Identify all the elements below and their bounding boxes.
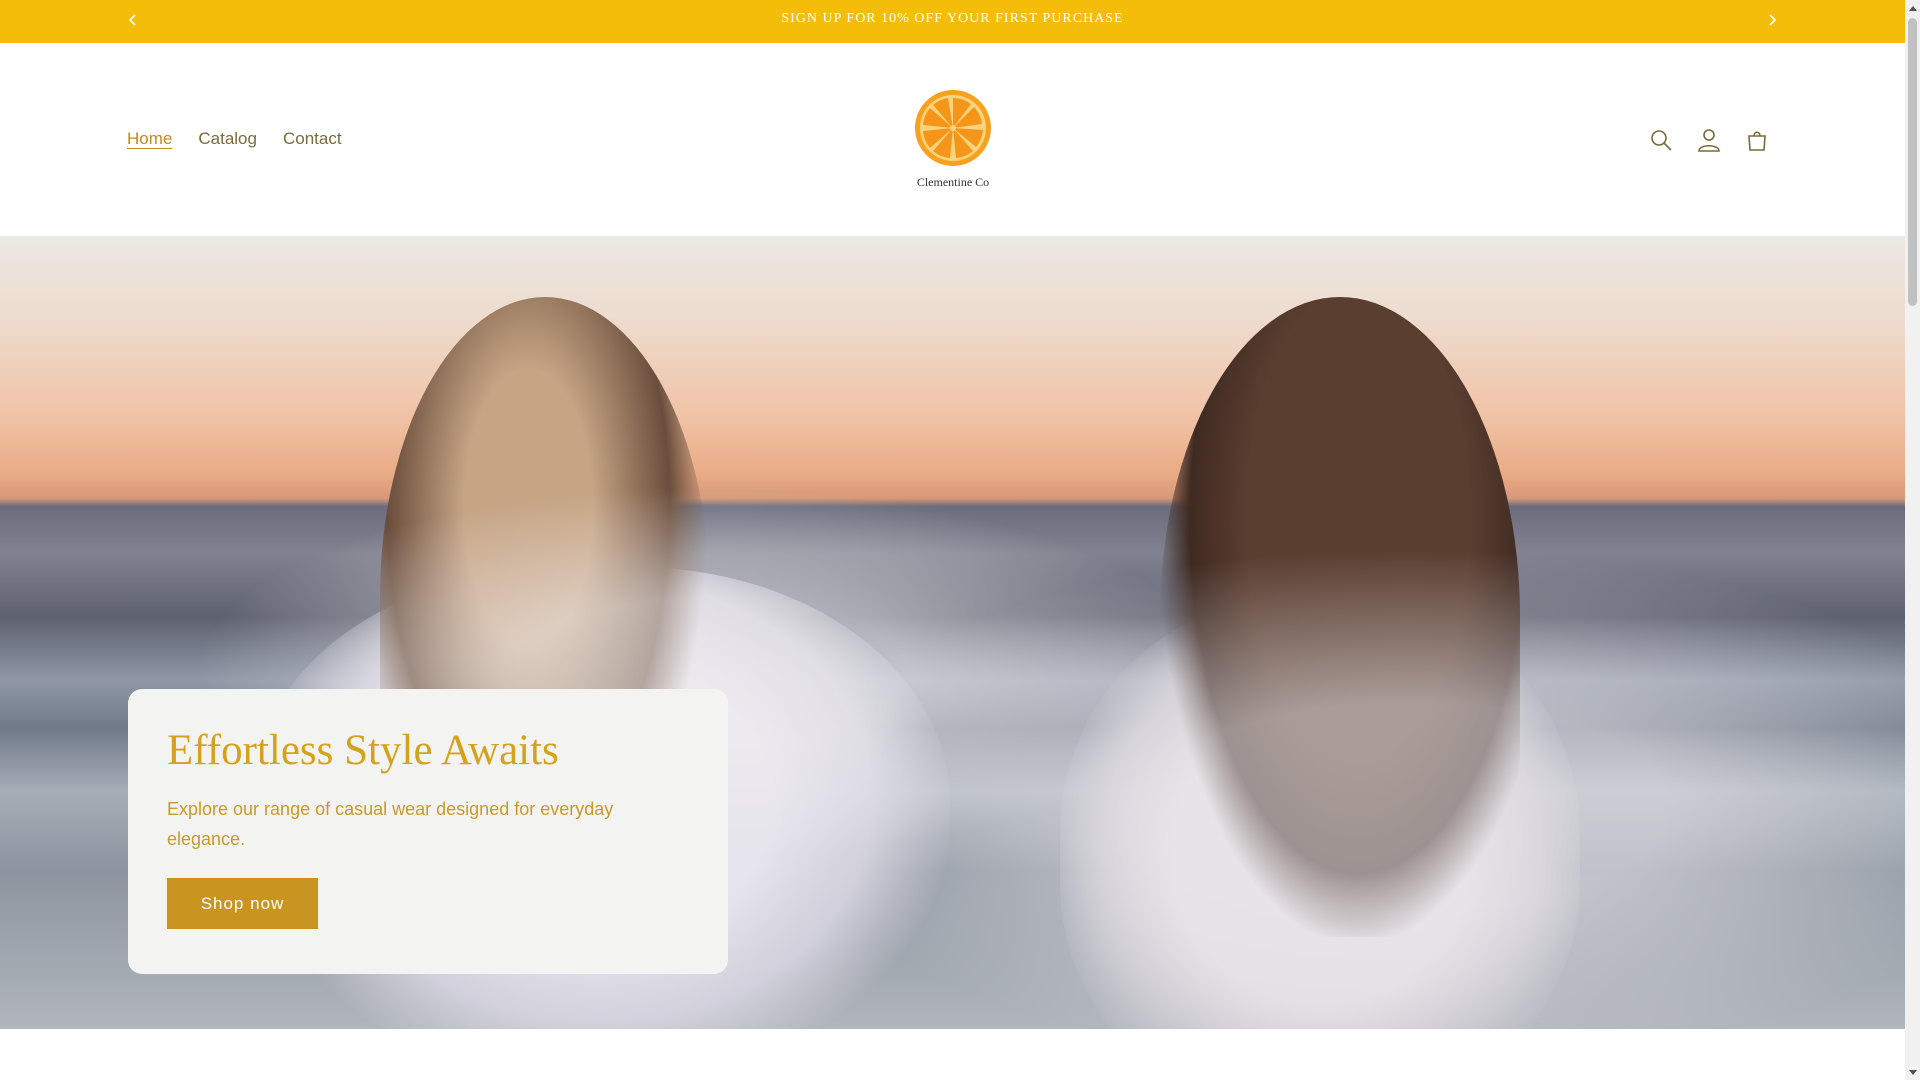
announcement-text: SIGN UP FOR 10% OFF YOUR FIRST PURCHASE (781, 10, 1124, 26)
chevron-left-icon (128, 14, 136, 26)
hero-subtitle: Explore our range of casual wear designe… (167, 799, 614, 850)
logo-text: Clementine Co (916, 175, 990, 189)
shop-now-button[interactable]: Shop now (167, 878, 318, 930)
account-button[interactable] (1696, 125, 1722, 155)
page-scrollbar[interactable] (1905, 0, 1920, 1080)
scroll-thumb[interactable] (1908, 18, 1917, 306)
nav-home-link[interactable]: Home (127, 129, 172, 149)
scroll-down-button[interactable] (1905, 1065, 1920, 1080)
cart-icon (1748, 131, 1766, 151)
cart-button[interactable] (1744, 125, 1770, 155)
hero-banner: Effortless Style Awaits Explore our rang… (0, 237, 1905, 1029)
nav-contact-link[interactable]: Contact (283, 129, 342, 149)
triangle-down-icon (1908, 1069, 1917, 1075)
announcement-bar: SIGN UP FOR 10% OFF YOUR FIRST PURCHASE (0, 0, 1905, 43)
hero-title: Effortless Style Awaits (167, 727, 559, 774)
announcement-prev-button[interactable] (123, 10, 143, 30)
header-icons (1648, 125, 1770, 155)
orange-slice-icon (915, 90, 991, 166)
search-button[interactable] (1648, 125, 1674, 155)
search-icon (1651, 130, 1672, 151)
scroll-up-button[interactable] (1905, 0, 1920, 15)
nav-catalog-link[interactable]: Catalog (198, 129, 257, 149)
announcement-next-button[interactable] (1762, 10, 1782, 30)
site-header: Home Catalog Contact Clementine Co (0, 43, 1905, 237)
triangle-up-icon (1908, 5, 1917, 11)
chevron-right-icon (1769, 14, 1777, 26)
site-logo[interactable]: Clementine Co (905, 88, 1001, 189)
account-icon (1698, 129, 1720, 152)
hero-card: Effortless Style Awaits Explore our rang… (128, 689, 728, 974)
main-nav: Home Catalog Contact (127, 129, 342, 149)
